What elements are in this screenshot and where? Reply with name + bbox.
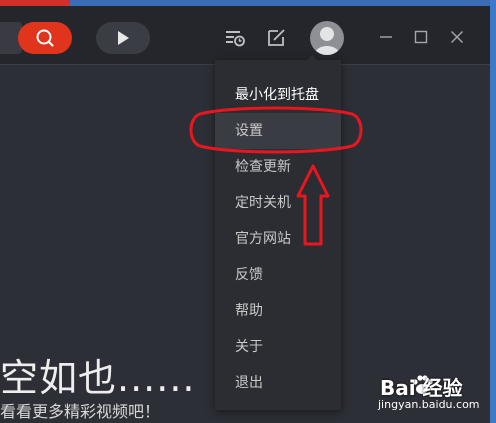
menu-item-official-site[interactable]: 官方网站 [215, 221, 341, 257]
user-icon [314, 27, 340, 55]
menu-pointer [305, 55, 319, 62]
play-button[interactable] [96, 22, 150, 54]
menu-item-check-update[interactable]: 检查更新 [215, 149, 341, 185]
menu-item-exit[interactable]: 退出 [215, 365, 341, 401]
baidu-watermark: Bai 经验 jingyan.baidu.com [372, 372, 490, 418]
search-icon [36, 29, 54, 47]
menu-item-timed-shutdown[interactable]: 定时关机 [215, 185, 341, 221]
empty-title: 空如也...... [0, 356, 196, 400]
menu-item-feedback[interactable]: 反馈 [215, 257, 341, 293]
settings-dropdown-menu: 最小化到托盘 设置 检查更新 定时关机 官方网站 反馈 帮助 关于 退出 [215, 55, 341, 410]
empty-subtitle: 看看更多精彩视频吧！ [0, 402, 161, 421]
menu-item-about[interactable]: 关于 [215, 329, 341, 365]
menu-item-settings[interactable]: 设置 [215, 113, 341, 149]
close-button[interactable] [448, 28, 466, 46]
watermark-brand: Bai 经验 [380, 376, 463, 400]
edit-icon[interactable] [265, 26, 289, 50]
desktop-edge [490, 0, 496, 423]
menu-item-help[interactable]: 帮助 [215, 293, 341, 329]
maximize-icon [414, 30, 428, 44]
maximize-button[interactable] [412, 28, 430, 46]
menu-item-minimize-to-tray[interactable]: 最小化到托盘 [215, 77, 341, 113]
search-button[interactable] [18, 22, 72, 54]
close-icon [451, 31, 463, 43]
play-icon [118, 31, 129, 45]
minimize-icon [380, 36, 392, 38]
watermark-url: jingyan.baidu.com [378, 398, 480, 411]
avatar[interactable] [310, 21, 344, 55]
playlist-menu-icon[interactable] [223, 26, 247, 50]
minimize-button[interactable] [377, 28, 395, 46]
